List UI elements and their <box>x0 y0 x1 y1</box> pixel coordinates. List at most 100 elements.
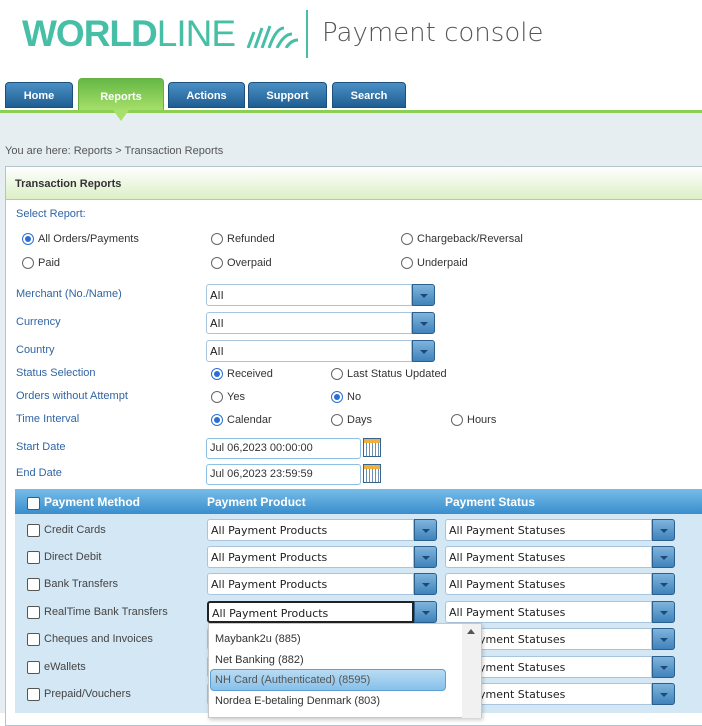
payment-table-header: Payment Method Payment Product Payment S… <box>15 489 702 514</box>
attempt-radio[interactable]: No <box>331 391 361 403</box>
radio-icon[interactable] <box>331 368 343 380</box>
radio-icon[interactable] <box>211 391 223 403</box>
radio-icon[interactable] <box>331 414 343 426</box>
breadcrumb: You are here: Reports > Transaction Repo… <box>5 145 224 157</box>
tab-search[interactable]: Search <box>332 82 406 108</box>
radio-icon[interactable] <box>22 257 34 269</box>
start-date-input[interactable]: Jul 06,2023 00:00:00 <box>206 438 361 459</box>
payment-status-select[interactable]: All Payment Statuses <box>445 601 675 623</box>
merchant-label: Merchant (No./Name) <box>16 288 122 300</box>
payment-method-label: Direct Debit <box>44 551 102 563</box>
tab-support[interactable]: Support <box>248 82 327 108</box>
dropdown-option[interactable]: Nordea E-betaling Denmark (803) <box>215 695 380 707</box>
radio-icon[interactable] <box>211 233 223 245</box>
radio-icon[interactable] <box>401 233 413 245</box>
interval-radio[interactable]: Days <box>331 414 372 426</box>
dropdown-scrollbar[interactable] <box>462 624 481 718</box>
attempt-radio[interactable]: Yes <box>211 391 245 403</box>
currency-label: Currency <box>16 316 61 328</box>
payment-product-dropdown[interactable]: Maybank2u (885) Net Banking (882) NH Car… <box>208 623 482 718</box>
payment-method-checkbox[interactable] <box>27 524 40 537</box>
dropdown-option-highlighted[interactable]: NH Card (Authenticated) (8595) <box>210 669 446 691</box>
payment-product-select[interactable]: All Payment Products <box>207 519 437 541</box>
header-payment-product: Payment Product <box>207 495 306 509</box>
payment-method-checkbox[interactable] <box>27 551 40 564</box>
payment-method-checkbox[interactable] <box>27 578 40 591</box>
chevron-down-icon[interactable] <box>414 519 437 541</box>
interval-radio[interactable]: Hours <box>451 414 496 426</box>
radio-icon[interactable] <box>331 391 343 403</box>
chevron-down-icon[interactable] <box>652 656 675 678</box>
tab-home[interactable]: Home <box>5 82 73 108</box>
payment-method-checkbox[interactable] <box>27 606 40 619</box>
chevron-down-icon[interactable] <box>652 628 675 650</box>
chevron-down-icon[interactable] <box>412 312 435 334</box>
active-tab-pointer <box>113 110 129 121</box>
calendar-icon[interactable] <box>363 464 381 483</box>
radio-icon[interactable] <box>211 414 223 426</box>
payment-method-checkbox[interactable] <box>27 661 40 674</box>
tab-reports[interactable]: Reports <box>78 78 164 112</box>
select-all-checkbox[interactable] <box>27 497 40 510</box>
chevron-down-icon[interactable] <box>412 284 435 306</box>
radio-icon[interactable] <box>211 368 223 380</box>
time-interval-label: Time Interval <box>16 413 80 425</box>
header-payment-status: Payment Status <box>445 495 536 509</box>
interval-radio[interactable]: Calendar <box>211 414 272 426</box>
chevron-down-icon[interactable] <box>652 519 675 541</box>
chevron-down-icon[interactable] <box>414 601 437 623</box>
payment-method-label: Bank Transfers <box>44 578 118 590</box>
payment-status-select[interactable]: All Payment Statuses <box>445 573 675 595</box>
panel-title: Transaction Reports <box>5 166 702 200</box>
report-radio[interactable]: Underpaid <box>401 257 468 269</box>
currency-select[interactable]: All <box>206 312 435 334</box>
report-radio[interactable]: Chargeback/Reversal <box>401 233 523 245</box>
payment-method-checkbox[interactable] <box>27 633 40 646</box>
report-radio[interactable]: Paid <box>22 257 60 269</box>
dropdown-option[interactable]: Net Banking (882) <box>215 654 304 666</box>
report-radio[interactable]: All Orders/Payments <box>22 233 139 245</box>
logo-waves-icon <box>246 25 299 49</box>
radio-icon[interactable] <box>22 233 34 245</box>
header-payment-method: Payment Method <box>44 495 141 509</box>
payment-product-select[interactable]: All Payment Products <box>207 573 437 595</box>
report-radio[interactable]: Refunded <box>211 233 275 245</box>
country-select[interactable]: All <box>206 340 435 362</box>
status-radio[interactable]: Received <box>211 368 273 380</box>
merchant-select[interactable]: All <box>206 284 435 306</box>
payment-method-label: Credit Cards <box>44 524 106 536</box>
select-report-label: Select Report: <box>16 208 86 220</box>
end-date-label: End Date <box>16 467 62 479</box>
status-selection-label: Status Selection <box>16 367 96 379</box>
chevron-down-icon[interactable] <box>652 683 675 705</box>
status-radio[interactable]: Last Status Updated <box>331 368 447 380</box>
payment-method-label: RealTime Bank Transfers <box>44 606 168 618</box>
payment-product-select[interactable]: All Payment Products <box>207 601 437 623</box>
report-radio[interactable]: Overpaid <box>211 257 272 269</box>
payment-product-select[interactable]: All Payment Products <box>207 546 437 568</box>
app-title: Payment console <box>322 18 544 48</box>
payment-method-checkbox[interactable] <box>27 688 40 701</box>
header-divider <box>306 10 308 58</box>
payment-status-select[interactable]: All Payment Statuses <box>445 546 675 568</box>
end-date-input[interactable]: Jul 06,2023 23:59:59 <box>206 464 361 485</box>
country-label: Country <box>16 344 55 356</box>
chevron-down-icon[interactable] <box>652 546 675 568</box>
start-date-label: Start Date <box>16 441 66 453</box>
payment-method-label: eWallets <box>44 661 86 673</box>
radio-icon[interactable] <box>211 257 223 269</box>
chevron-down-icon[interactable] <box>414 546 437 568</box>
payment-status-select[interactable]: All Payment Statuses <box>445 519 675 541</box>
chevron-down-icon[interactable] <box>412 340 435 362</box>
chevron-down-icon[interactable] <box>652 573 675 595</box>
radio-icon[interactable] <box>451 414 463 426</box>
payment-method-label: Cheques and Invoices <box>44 633 153 645</box>
radio-icon[interactable] <box>401 257 413 269</box>
tab-actions[interactable]: Actions <box>168 82 245 108</box>
dropdown-option[interactable]: Maybank2u (885) <box>215 633 301 645</box>
calendar-icon[interactable] <box>363 438 381 457</box>
worldline-logo: WORLDLINE <box>22 14 300 54</box>
payment-method-label: Prepaid/Vouchers <box>44 688 131 700</box>
chevron-down-icon[interactable] <box>652 601 675 623</box>
chevron-down-icon[interactable] <box>414 573 437 595</box>
